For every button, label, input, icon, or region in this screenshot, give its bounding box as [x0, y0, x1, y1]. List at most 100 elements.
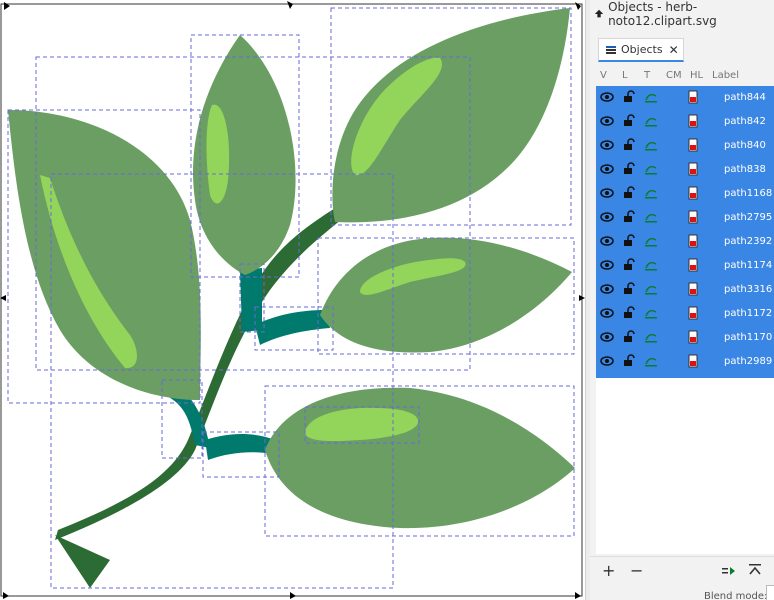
path-type-icon: [645, 141, 657, 151]
highlight-color-icon[interactable]: [686, 282, 700, 296]
object-row[interactable]: path1174: [596, 254, 774, 278]
unlocked-padlock-icon[interactable]: [622, 90, 636, 104]
unlocked-padlock-icon[interactable]: [622, 138, 636, 152]
move-to-layer-icon[interactable]: [722, 565, 736, 577]
object-label[interactable]: path840: [724, 140, 766, 151]
column-visibility[interactable]: V: [600, 70, 607, 81]
object-row[interactable]: path2392: [596, 230, 774, 254]
eye-icon[interactable]: [600, 258, 614, 272]
column-lock[interactable]: L: [622, 70, 628, 81]
handle-bottom-left[interactable]: [3, 592, 9, 599]
highlight-color-icon[interactable]: [686, 234, 700, 248]
handle-top-left[interactable]: [4, 2, 10, 10]
highlight-color-icon[interactable]: [686, 138, 700, 152]
dialog-title: Objects - herb-noto12.clipart.svg: [608, 0, 717, 28]
object-label[interactable]: path2989: [724, 356, 772, 367]
leaf-mid-right[interactable]: [320, 237, 572, 353]
leaf-left[interactable]: [8, 110, 201, 400]
objects-list[interactable]: path844 path842 path840 path838 path1168…: [596, 86, 774, 378]
object-row[interactable]: path838: [596, 158, 774, 182]
object-row[interactable]: path842: [596, 110, 774, 134]
eye-icon[interactable]: [600, 282, 614, 296]
column-header: V L T CM HL Label: [590, 64, 774, 86]
path-type-icon: [645, 165, 657, 175]
object-row[interactable]: path844: [596, 86, 774, 110]
highlight-color-icon[interactable]: [686, 162, 700, 176]
remove-object-button[interactable]: −: [630, 561, 643, 580]
eye-icon[interactable]: [600, 354, 614, 368]
column-clip-mask[interactable]: CM: [666, 70, 682, 81]
handle-top-right[interactable]: [575, 2, 581, 10]
object-label[interactable]: path2795: [724, 212, 772, 223]
eye-icon[interactable]: [600, 138, 614, 152]
eye-icon[interactable]: [600, 234, 614, 248]
blend-mode-select[interactable]: [766, 585, 774, 600]
highlight-color-icon[interactable]: [686, 306, 700, 320]
path-type-icon: [645, 309, 657, 319]
highlight-color-icon[interactable]: [686, 330, 700, 344]
unlocked-padlock-icon[interactable]: [622, 162, 636, 176]
unlocked-padlock-icon[interactable]: [622, 210, 636, 224]
highlight-color-icon[interactable]: [686, 90, 700, 104]
close-icon[interactable]: ✕: [669, 43, 679, 57]
stem-base[interactable]: [55, 535, 110, 588]
objects-list-empty-area[interactable]: [596, 378, 774, 554]
object-label[interactable]: path842: [724, 116, 766, 127]
unlocked-padlock-icon[interactable]: [622, 354, 636, 368]
eye-icon[interactable]: [600, 186, 614, 200]
handle-bottom-right[interactable]: [575, 592, 581, 599]
highlight-color-icon[interactable]: [686, 114, 700, 128]
unlocked-padlock-icon[interactable]: [622, 282, 636, 296]
path-type-icon: [645, 237, 657, 247]
objects-toolbar: + − Blend mode:: [590, 556, 774, 600]
path-type-icon: [645, 333, 657, 343]
object-row[interactable]: path1168: [596, 182, 774, 206]
highlight-color-icon[interactable]: [686, 258, 700, 272]
teal-branch-right[interactable]: [255, 310, 330, 345]
object-row[interactable]: path2989: [596, 350, 774, 374]
highlight-color-icon[interactable]: [686, 210, 700, 224]
canvas-area[interactable]: [0, 0, 585, 600]
object-label[interactable]: path1168: [724, 188, 772, 199]
unlocked-padlock-icon[interactable]: [622, 234, 636, 248]
column-type[interactable]: T: [644, 70, 650, 81]
object-label[interactable]: path3316: [724, 284, 772, 295]
tab-label: Objects: [621, 43, 663, 56]
eye-icon[interactable]: [600, 306, 614, 320]
objects-dialog: Objects - herb-noto12.clipart.svg Object…: [590, 0, 774, 600]
object-row[interactable]: path1172: [596, 302, 774, 326]
teal-branch-mid[interactable]: [240, 268, 262, 332]
unlocked-padlock-icon[interactable]: [622, 258, 636, 272]
object-row[interactable]: path840: [596, 134, 774, 158]
highlight-color-icon[interactable]: [686, 186, 700, 200]
column-highlight[interactable]: HL: [690, 70, 703, 81]
add-layer-button[interactable]: +: [602, 561, 615, 580]
drawing-canvas[interactable]: [0, 0, 585, 600]
unlocked-padlock-icon[interactable]: [622, 306, 636, 320]
object-row[interactable]: path2795: [596, 206, 774, 230]
object-row[interactable]: path1170: [596, 326, 774, 350]
unlocked-padlock-icon[interactable]: [622, 186, 636, 200]
object-label[interactable]: path1172: [724, 308, 772, 319]
object-label[interactable]: path838: [724, 164, 766, 175]
unlocked-padlock-icon[interactable]: [622, 330, 636, 344]
object-label[interactable]: path1170: [724, 332, 772, 343]
column-label[interactable]: Label: [712, 70, 739, 81]
object-label[interactable]: path2392: [724, 236, 772, 247]
eye-icon[interactable]: [600, 114, 614, 128]
object-row[interactable]: path3316: [596, 278, 774, 302]
eye-icon[interactable]: [600, 210, 614, 224]
object-label[interactable]: path1174: [724, 260, 772, 271]
highlight-color-icon[interactable]: [686, 354, 700, 368]
eye-icon[interactable]: [600, 162, 614, 176]
handle-top-center[interactable]: [287, 1, 293, 9]
handle-bottom-center[interactable]: [290, 592, 296, 599]
eye-icon[interactable]: [600, 330, 614, 344]
collapse-up-icon[interactable]: [748, 563, 762, 577]
unlocked-padlock-icon[interactable]: [622, 114, 636, 128]
eye-icon[interactable]: [600, 90, 614, 104]
tab-objects[interactable]: Objects ✕: [598, 38, 684, 62]
leaves[interactable]: [8, 8, 575, 529]
leaf-bottom-right[interactable]: [265, 387, 575, 529]
object-label[interactable]: path844: [724, 92, 766, 103]
